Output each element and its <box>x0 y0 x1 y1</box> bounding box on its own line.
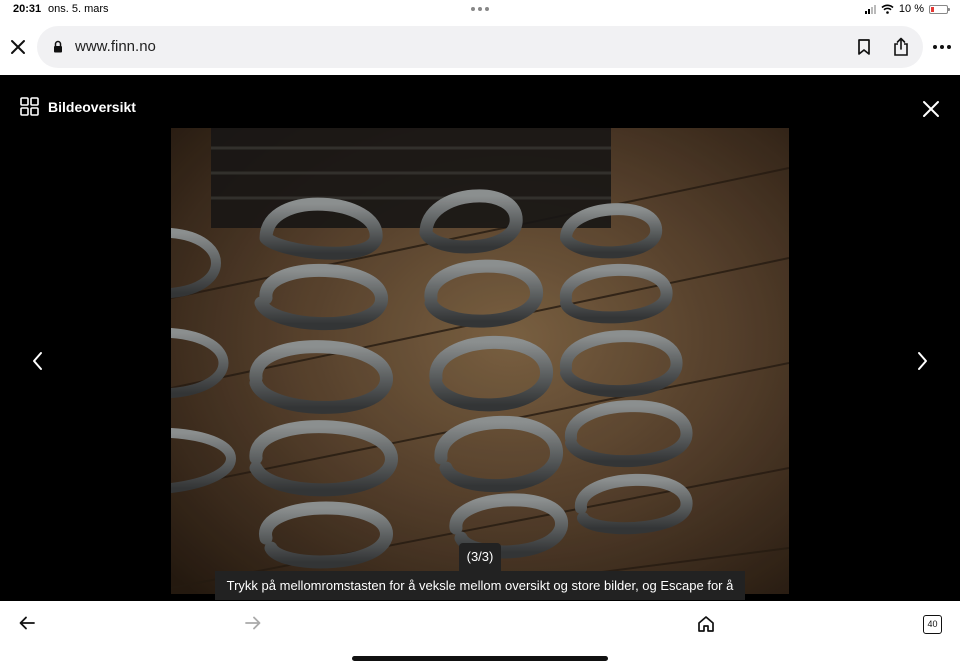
home-indicator[interactable] <box>352 656 608 661</box>
arrow-right-icon[interactable] <box>245 616 261 630</box>
battery-icon <box>929 4 950 14</box>
close-viewer-icon[interactable] <box>921 99 941 119</box>
close-icon[interactable] <box>9 38 27 56</box>
image-viewer: Bildeoversikt (3/3) Trykk på mellomromst… <box>0 75 960 622</box>
listing-photo <box>171 128 789 594</box>
status-date: ons. 5. mars <box>48 3 109 15</box>
bookmark-icon[interactable] <box>857 38 871 56</box>
image-counter: (3/3) <box>459 543 501 571</box>
wifi-icon <box>881 4 894 14</box>
status-bar: 20:31 ons. 5. mars 10 % <box>0 0 960 20</box>
bottom-toolbar: 40 <box>0 601 960 667</box>
battery-percent: 10 % <box>898 3 924 15</box>
grid-icon <box>20 97 39 116</box>
status-right: 10 % <box>864 3 950 15</box>
keyboard-hint: Trykk på mellomromstasten for å veksle m… <box>215 571 745 622</box>
more-icon[interactable] <box>933 45 951 49</box>
home-icon[interactable] <box>697 615 715 633</box>
browser-toolbar: www.finn.no <box>0 20 960 75</box>
tabs-button[interactable]: 40 <box>923 615 942 634</box>
multitask-dots-icon[interactable] <box>471 7 489 11</box>
status-time: 20:31 <box>13 3 42 15</box>
address-bar[interactable]: www.finn.no <box>37 26 923 68</box>
chevron-right-icon[interactable] <box>914 351 930 371</box>
arrow-left-icon[interactable] <box>19 616 35 630</box>
url-text: www.finn.no <box>75 38 156 55</box>
overview-button[interactable]: Bildeoversikt <box>20 97 136 116</box>
share-icon[interactable] <box>893 37 909 57</box>
signal-icon <box>864 4 876 14</box>
overview-label: Bildeoversikt <box>48 98 136 115</box>
chevron-left-icon[interactable] <box>30 351 46 371</box>
lock-icon <box>54 40 62 53</box>
